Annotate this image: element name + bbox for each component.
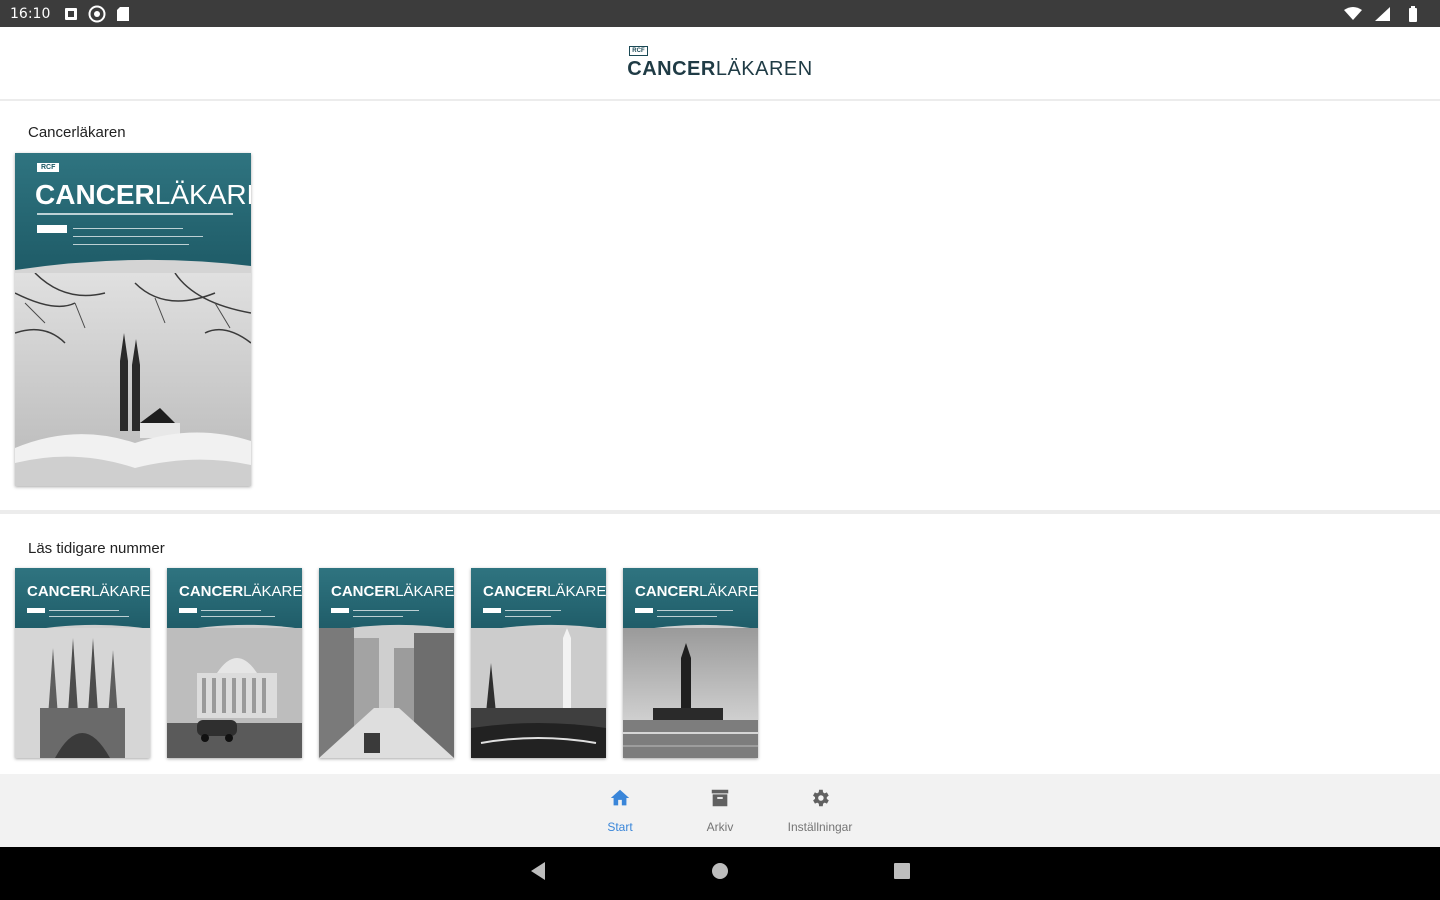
archive-cover-5[interactable]: CANCERLÄKAREN <box>623 568 758 758</box>
gear-icon <box>809 787 831 814</box>
nav-installningar-label: Inställningar <box>787 820 853 834</box>
wifi-icon <box>1344 5 1362 23</box>
back-triangle-icon <box>529 861 547 886</box>
logo-badge: RCF <box>629 46 648 56</box>
archive-cover-1[interactable]: CANCERLÄKAREN <box>15 568 150 758</box>
home-icon <box>609 787 631 814</box>
system-navigation-bar <box>0 847 1440 900</box>
cover-title: CANCERLÄKAREN <box>27 583 150 600</box>
recents-square-icon <box>893 862 911 885</box>
archive-icon <box>709 787 731 814</box>
signal-icon <box>1374 5 1392 23</box>
nav-start[interactable]: Start <box>570 787 670 834</box>
recents-button[interactable] <box>811 862 993 885</box>
status-bar: 16:10 <box>0 0 1440 27</box>
cover-title: CANCERLÄKAREN <box>179 583 302 600</box>
current-issue-cover[interactable]: RCF CANCERLÄKAREN <box>15 153 251 486</box>
bottom-navigation: Start Arkiv Inställningar <box>0 774 1440 847</box>
cover-title: CANCERLÄKAREN <box>483 583 606 600</box>
battery-icon <box>1404 5 1422 23</box>
nav-start-label: Start <box>607 820 633 834</box>
archive-cover-3[interactable]: CANCERLÄKAREN <box>319 568 454 758</box>
accessibility-icon <box>88 5 106 23</box>
sd-card-icon <box>114 5 132 23</box>
nav-installningar[interactable]: Inställningar <box>770 787 870 834</box>
section-divider <box>0 510 1440 514</box>
cover-photo-cathedral <box>15 628 150 758</box>
cover-photo-skyline <box>471 628 606 758</box>
back-button[interactable] <box>447 861 629 886</box>
home-circle-icon <box>710 861 730 886</box>
cover-photo-waterfront <box>623 628 758 758</box>
app-logo: RCF CANCERLÄKAREN <box>627 46 812 80</box>
cover-photo-church <box>15 273 251 486</box>
cover-title: CANCERLÄKAREN <box>331 583 454 600</box>
app-header: RCF CANCERLÄKAREN <box>0 27 1440 101</box>
nav-arkiv-label: Arkiv <box>706 820 734 834</box>
logo-wordmark: CANCERLÄKAREN <box>627 58 813 80</box>
current-issue-title: Cancerläkaren <box>28 124 126 141</box>
cover-badge: RCF <box>37 163 60 172</box>
notification-icon <box>62 5 80 23</box>
archive-section-title: Läs tidigare nummer <box>28 540 165 557</box>
nav-arkiv[interactable]: Arkiv <box>670 787 770 834</box>
cover-title: CANCERLÄKAREN <box>635 583 758 600</box>
status-time: 16:10 <box>10 5 51 22</box>
cover-photo-capitol <box>167 628 302 758</box>
cover-title: CANCERLÄKAREN <box>35 179 251 210</box>
archive-cover-4[interactable]: CANCERLÄKAREN <box>471 568 606 758</box>
home-button[interactable] <box>629 861 811 886</box>
cover-photo-street <box>319 628 454 758</box>
archive-cover-2[interactable]: CANCERLÄKAREN <box>167 568 302 758</box>
